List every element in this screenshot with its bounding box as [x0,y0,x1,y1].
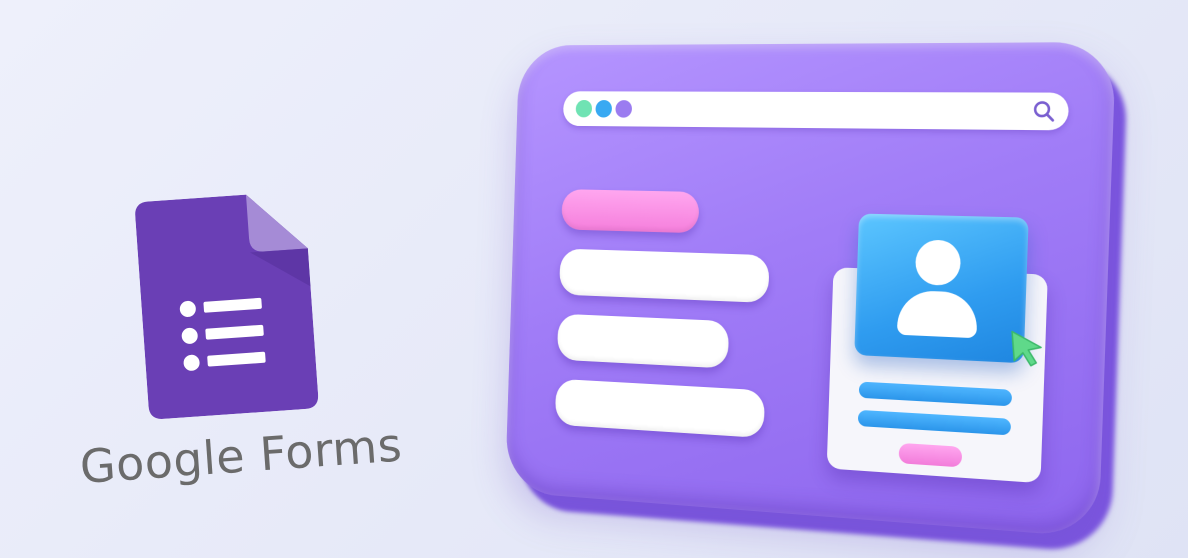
google-forms-document-icon [135,194,319,419]
cursor-arrow-icon [1005,327,1049,371]
form-field-pill [554,378,766,439]
browser-window [504,41,1117,538]
address-bar [562,91,1070,131]
user-avatar-icon [914,239,962,286]
window-dot-purple [615,100,633,118]
google-forms-logo [122,183,338,436]
user-avatar-body [896,289,979,339]
hero-illustration: Google Forms [0,0,1188,558]
window-dot-green [575,99,593,118]
window-dot-blue [595,100,613,118]
form-field-pill [559,248,770,303]
card-text-line [857,409,1012,436]
form-field-pill [556,313,730,369]
google-forms-wordmark: Google Forms [78,417,404,494]
profile-photo [854,213,1028,364]
search-icon [1032,100,1056,123]
card-button [898,442,963,468]
card-text-line [858,381,1013,407]
form-pill-pink [561,189,700,234]
